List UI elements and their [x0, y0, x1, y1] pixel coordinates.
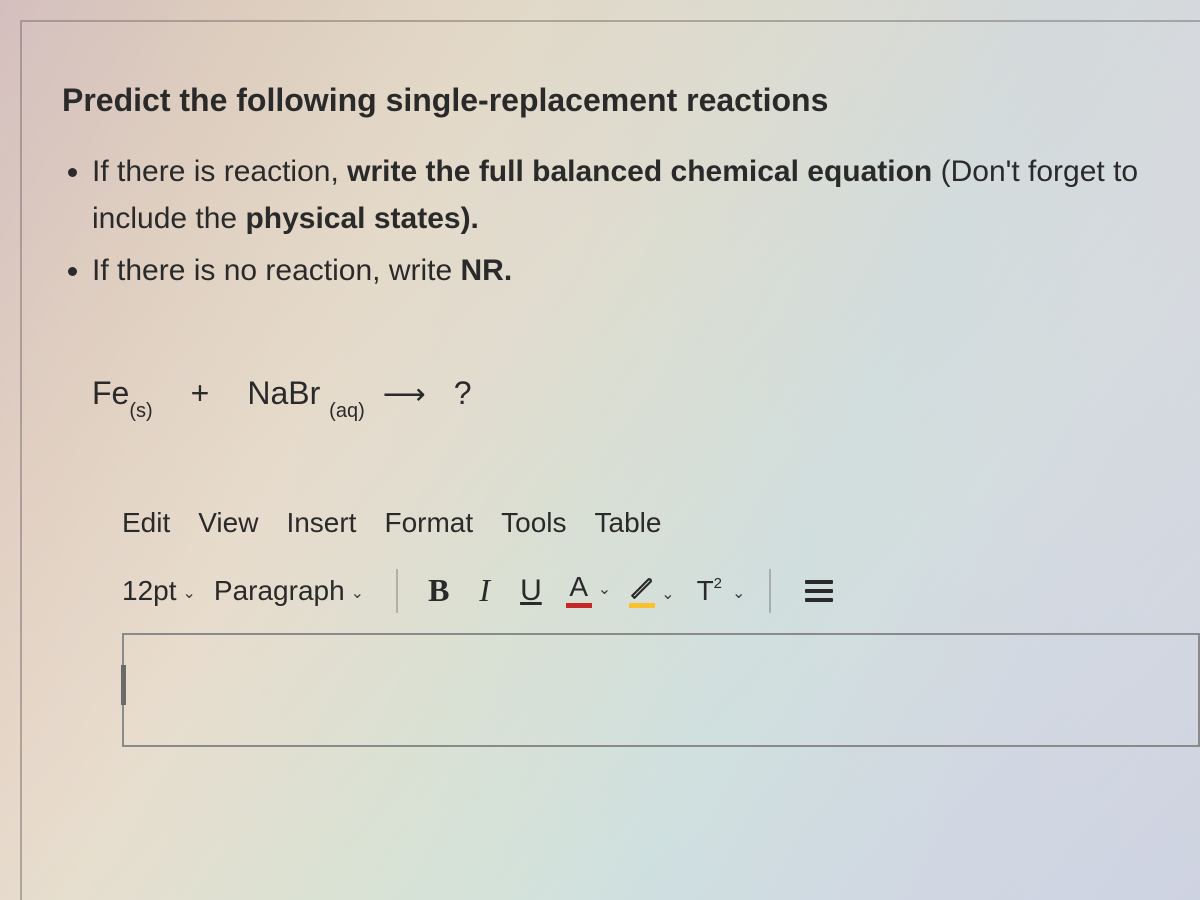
question-title: Predict the following single-replacement…: [62, 82, 1160, 119]
highlight-color-dropdown[interactable]: ⌄: [629, 573, 674, 608]
text-color-icon: A: [569, 573, 588, 601]
menu-table[interactable]: Table: [595, 507, 662, 539]
text-color-dropdown[interactable]: A ⌄: [566, 573, 611, 608]
underline-button[interactable]: U: [514, 574, 548, 608]
bold-button[interactable]: B: [422, 572, 455, 609]
menu-view[interactable]: View: [198, 507, 258, 539]
color-swatch: [566, 603, 592, 608]
italic-button[interactable]: I: [473, 572, 496, 609]
text-fragment: If there is no reaction, write: [92, 254, 461, 287]
product-placeholder: ?: [454, 375, 472, 412]
question-panel: Predict the following single-replacement…: [20, 20, 1200, 900]
menu-tools[interactable]: Tools: [501, 507, 566, 539]
resize-handle[interactable]: [121, 665, 126, 705]
more-options-button[interactable]: [805, 580, 833, 602]
menu-edit[interactable]: Edit: [122, 507, 170, 539]
formula-base: Fe: [92, 375, 129, 411]
menu-format[interactable]: Format: [384, 507, 473, 539]
toolbar-divider: [396, 569, 398, 613]
editor-toolbar: 12pt ⌄ Paragraph ⌄ B I U A ⌄: [122, 569, 1160, 613]
paragraph-style-dropdown[interactable]: Paragraph ⌄: [214, 575, 364, 607]
color-swatch: [629, 603, 655, 608]
chevron-down-icon: ⌄: [732, 583, 745, 603]
chevron-down-icon: ⌄: [598, 579, 611, 599]
toolbar-divider: [769, 569, 771, 613]
reaction-arrow: ⟶: [383, 377, 426, 412]
editor-menubar: Edit View Insert Format Tools Table: [122, 507, 1160, 539]
text-fragment: If there is reaction,: [92, 155, 347, 188]
answer-textarea[interactable]: [122, 633, 1200, 747]
reaction-equation: Fe(s) + NaBr (aq) ⟶ ?: [92, 375, 1160, 417]
font-size-value: 12pt: [122, 575, 177, 607]
text-bold: write the full balanced chemical equatio…: [347, 155, 932, 188]
glyph-base: T: [697, 575, 714, 606]
plus-sign: +: [191, 375, 210, 412]
glyph-exponent: 2: [714, 575, 722, 592]
formula-base: NaBr: [247, 375, 320, 411]
text-bold: NR.: [461, 254, 513, 287]
chevron-down-icon: ⌄: [183, 583, 196, 603]
reactant-1: Fe(s): [92, 375, 153, 417]
chevron-down-icon: ⌄: [661, 584, 674, 604]
menu-insert[interactable]: Insert: [286, 507, 356, 539]
instruction-list: If there is reaction, write the full bal…: [92, 149, 1160, 295]
instruction-item: If there is reaction, write the full bal…: [92, 149, 1160, 242]
font-size-dropdown[interactable]: 12pt ⌄: [122, 575, 196, 607]
highlighter-icon: [629, 573, 655, 601]
paragraph-style-value: Paragraph: [214, 575, 345, 607]
text-bold: physical states).: [245, 202, 478, 235]
reactant-2: NaBr (aq): [247, 375, 364, 417]
rich-text-editor: Edit View Insert Format Tools Table 12pt…: [122, 507, 1160, 747]
superscript-icon: T2: [693, 575, 726, 607]
superscript-dropdown[interactable]: T2 ⌄: [693, 575, 746, 607]
formula-state: (aq): [329, 400, 365, 422]
chevron-down-icon: ⌄: [351, 583, 364, 603]
instruction-item: If there is no reaction, write NR.: [92, 248, 1160, 295]
formula-state: (s): [129, 400, 152, 422]
